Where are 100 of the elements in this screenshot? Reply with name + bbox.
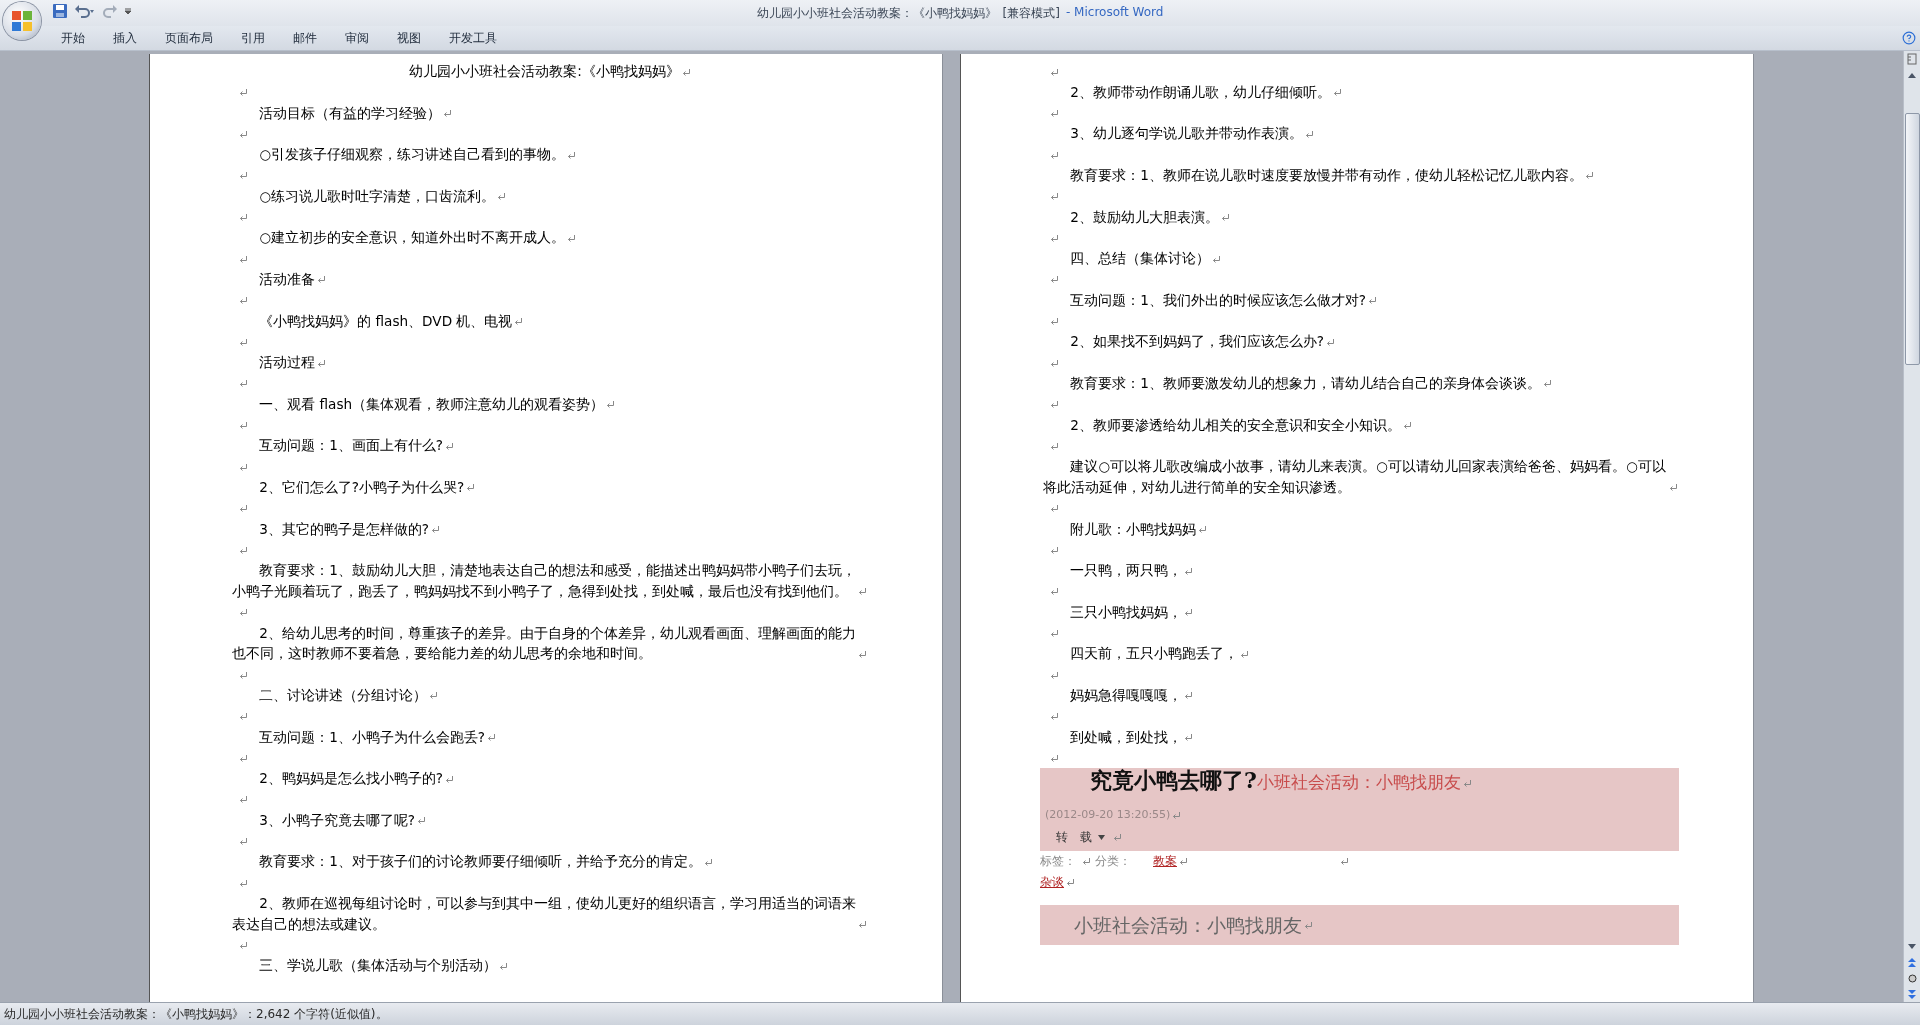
paragraph-text: 到处喊，到处找，	[1069, 727, 1183, 747]
paragraph-text: 2、教师带动作朗诵儿歌，幼儿仔细倾听。	[1069, 82, 1331, 102]
paragraph-text: 互动问题：1、画面上有什么?	[258, 436, 444, 456]
paragraph-text: 2、鸭妈妈是怎么找小鸭子的?	[258, 769, 444, 789]
paragraph-mark-icon	[1340, 857, 1349, 867]
category-label: 分类：	[1095, 853, 1131, 871]
paragraph-text: 四天前，五只小鸭跑丢了，	[1069, 644, 1239, 664]
paragraph-mark-icon	[1050, 587, 1059, 597]
paragraph-mark-icon	[239, 795, 248, 805]
paragraph-mark-icon	[858, 649, 867, 659]
paragraph-mark-icon	[1402, 421, 1412, 431]
paragraph-mark-icon	[445, 774, 455, 784]
paragraph-text: 2、鼓励幼儿大胆表演。	[1069, 207, 1219, 227]
paragraph-mark-icon	[239, 129, 248, 139]
ruler-toggle-icon[interactable]	[1904, 51, 1920, 67]
scrollbar-thumb[interactable]	[1904, 113, 1920, 365]
paragraph-mark-icon	[1050, 400, 1059, 410]
paragraph-mark-icon	[317, 275, 327, 285]
paragraph-mark-icon	[445, 441, 455, 451]
ribbon-tab[interactable]: 开发工具	[435, 27, 511, 49]
paragraph-mark-icon	[239, 504, 248, 514]
paragraph-text: 二、讨论讲述（分组讨论）	[258, 685, 428, 705]
paragraph-mark-icon	[1332, 88, 1342, 98]
paragraph-mark-icon	[1462, 779, 1472, 789]
clip-subtitle: 小班社会活动：小鸭找朋友	[1256, 772, 1461, 793]
paragraph-mark-icon	[1050, 545, 1059, 555]
customize-caret-icon[interactable]	[124, 7, 132, 15]
help-icon[interactable]	[1902, 31, 1916, 45]
ribbon-tab[interactable]: 开始	[47, 27, 99, 49]
paragraph-mark-icon	[239, 670, 248, 680]
paragraph-mark-icon	[1050, 712, 1059, 722]
paragraph-text: 教育要求：1、教师要激发幼儿的想象力，请幼儿结合自己的亲身体会谈谈。	[1069, 373, 1541, 393]
clip-footer-title: 小班社会活动：小鸭找朋友	[1074, 914, 1302, 936]
clip-heading: 究竟小鸭去哪了?	[1090, 770, 1257, 791]
compatibility-mode: [兼容模式]	[1002, 4, 1060, 22]
paragraph-mark-icon	[239, 837, 248, 846]
paragraph-mark-icon	[1050, 233, 1059, 243]
paragraph-text: 《小鸭找妈妈》的 flash、DVD 机、电视	[258, 311, 513, 331]
repost-label: 转 载	[1056, 828, 1092, 846]
ribbon-tab[interactable]: 视图	[383, 27, 435, 49]
ribbon-tab[interactable]: 插入	[99, 27, 151, 49]
paragraph-mark-icon	[317, 358, 327, 368]
paragraph-mark-icon	[1184, 566, 1194, 576]
paragraph-mark-icon	[858, 920, 867, 930]
save-icon[interactable]	[52, 3, 68, 19]
paragraph-mark-icon	[239, 608, 248, 618]
paragraph-mark-icon	[1050, 358, 1059, 368]
ribbon-tab[interactable]: 审阅	[331, 27, 383, 49]
paragraph-text: 妈妈急得嘎嘎嘎，	[1069, 685, 1183, 705]
paragraph-mark-icon	[239, 88, 248, 98]
paragraph-text: 附儿歌：小鸭找妈妈	[1069, 519, 1197, 539]
paragraph-mark-icon	[1050, 629, 1059, 638]
paragraph-mark-icon	[1368, 296, 1378, 306]
office-logo-icon	[11, 10, 33, 32]
paragraph-text: 四、总结（集体讨论）	[1069, 249, 1211, 269]
paragraph-mark-icon	[239, 421, 248, 431]
paragraph-text: 教育要求：1、对于孩子们的讨论教师要仔细倾听，并给予充分的肯定。	[258, 852, 702, 872]
paragraph-mark-icon	[1184, 608, 1194, 618]
paragraph-mark-icon	[239, 545, 248, 555]
paragraph-mark-icon	[1212, 254, 1222, 264]
paragraph-text: 一只鸭，两只鸭，	[1069, 561, 1183, 581]
paragraph-text: 互动问题：1、我们外出的时候应该怎么做才对?	[1069, 290, 1367, 310]
paragraph-mark-icon	[239, 379, 248, 389]
paragraph-mark-icon	[1198, 525, 1208, 535]
paragraph-mark-icon	[239, 337, 248, 347]
paragraph-mark-icon	[1669, 483, 1678, 493]
paragraph-mark-icon	[239, 753, 248, 763]
paragraph-mark-icon	[1326, 337, 1336, 347]
paragraph-mark-icon	[1050, 192, 1059, 202]
paragraph-mark-icon	[567, 150, 577, 160]
paragraph-text: 2、给幼儿思考的时间，尊重孩子的差异。由于自身的个体差异，幼儿观看画面、理解画面的能力也不同，这时教师不要着急，要给能力差的幼儿思考的余地和时间。	[232, 623, 856, 664]
paragraph-text: 活动目标（有益的学习经验）	[258, 103, 442, 123]
paragraph-mark-icon	[487, 733, 497, 742]
paragraph-mark-icon	[443, 109, 453, 119]
category-link[interactable]: 教案	[1153, 851, 1177, 872]
ribbon-tab[interactable]: 邮件	[279, 27, 331, 49]
ribbon-tab[interactable]: 页面布局	[151, 27, 227, 49]
paragraph-text: 建议○可以将儿歌改编成小故事，请幼儿来表演。○可以请幼儿回家表演给爸爸、妈妈看。○可以将此活动延伸，对幼儿进行简单的安全知识渗透。	[1043, 457, 1667, 497]
paragraph-mark-icon	[1584, 171, 1594, 181]
paragraph-mark-icon	[239, 213, 248, 223]
paragraph-mark-icon	[1050, 275, 1059, 285]
paragraph-text: 教育要求：1、鼓励幼儿大胆，清楚地表达自己的想法和感受，能描述出鸭妈妈带小鸭子们去玩，小鸭子光顾着玩了，跑丢了，鸭妈妈找不到小鸭子了，急得到处找，到处喊，最后也没有找到他们。	[232, 561, 856, 601]
post-date: (2012-09-20 13:20:55)	[1045, 806, 1171, 823]
paragraph-mark-icon	[1113, 832, 1122, 842]
paragraph-mark-icon	[431, 525, 441, 535]
paragraph-text: 2、教师在巡视每组讨论时，可以参与到其中一组，使幼儿更好的组织语言，学习用适当的词语来表达自己的想法或建议。	[232, 893, 856, 934]
tag-link[interactable]: 杂谈	[1040, 872, 1064, 893]
paragraph-text: 2、如果找不到妈妈了，我们应该怎么办?	[1069, 332, 1325, 352]
ribbon-tab[interactable]: 引用	[227, 27, 279, 49]
paragraph-text: 活动准备	[258, 269, 316, 289]
dropdown-caret-icon	[1098, 834, 1105, 840]
document-title: 幼儿园小小班社会活动教案:《小鸭找妈妈》	[409, 62, 680, 81]
paragraph-mark-icon	[1172, 810, 1182, 820]
paragraph-text: ○建立初步的安全意识，知道外出时不离开成人。	[258, 228, 566, 248]
paragraph-mark-icon	[703, 857, 713, 867]
undo-icon[interactable]	[74, 3, 96, 19]
paragraph-text: 3、小鸭子究竟去哪了呢?	[258, 810, 416, 830]
paragraph-text: 教育要求：1、教师在说儿歌时速度要放慢并带有动作，使幼儿轻松记忆儿歌内容。	[1069, 166, 1583, 185]
paragraph-mark-icon	[1082, 857, 1091, 867]
paragraph-text: 2、它们怎么了?小鸭子为什么哭?	[258, 477, 465, 497]
